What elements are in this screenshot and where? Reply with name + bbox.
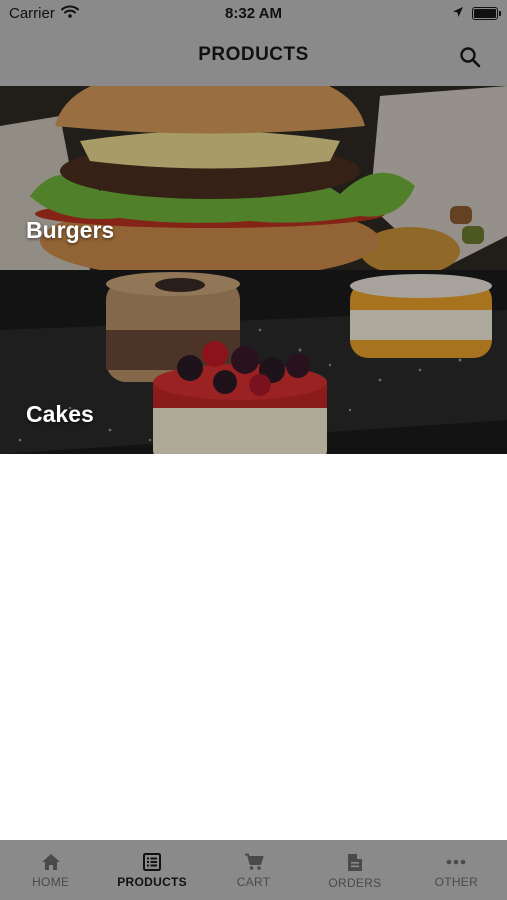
search-button[interactable] bbox=[455, 42, 485, 72]
tab-home[interactable]: HOME bbox=[0, 840, 101, 900]
tab-label-cart: CART bbox=[236, 875, 271, 889]
list-icon bbox=[143, 853, 162, 871]
category-card-cakes[interactable]: Cakes bbox=[0, 270, 507, 454]
cart-icon bbox=[244, 853, 264, 870]
document-icon bbox=[347, 854, 362, 871]
category-card-burgers[interactable]: Burgers bbox=[0, 86, 507, 270]
tab-label-products: PRODUCTS bbox=[117, 875, 187, 889]
tab-other[interactable]: OTHER bbox=[406, 840, 507, 900]
tab-products[interactable]: PRODUCTS bbox=[101, 840, 202, 900]
home-icon bbox=[41, 854, 60, 870]
category-label-burgers: Burgers bbox=[26, 217, 115, 243]
tab-cart[interactable]: CART bbox=[203, 840, 304, 900]
location-arrow-icon bbox=[452, 5, 464, 22]
tab-label-other: OTHER bbox=[434, 875, 479, 889]
battery-icon bbox=[472, 7, 501, 20]
status-right-group bbox=[452, 5, 501, 22]
tab-label-orders: ORDERS bbox=[328, 876, 382, 890]
tab-orders[interactable]: ORDERS bbox=[304, 840, 405, 900]
tab-label-home: HOME bbox=[32, 875, 70, 889]
search-icon bbox=[460, 47, 481, 68]
status-time: 8:32 AM bbox=[225, 5, 282, 22]
more-dots-icon bbox=[447, 859, 466, 865]
header-bar: PRODUCTS bbox=[0, 28, 507, 86]
status-bar: Carrier 8:32 AM bbox=[0, 0, 507, 28]
bottom-tab-bar: HOME PRODUCTS CART ORDERS OTHER bbox=[0, 840, 507, 900]
category-label-cakes: Cakes bbox=[26, 401, 94, 427]
page-title: PRODUCTS bbox=[198, 44, 309, 65]
